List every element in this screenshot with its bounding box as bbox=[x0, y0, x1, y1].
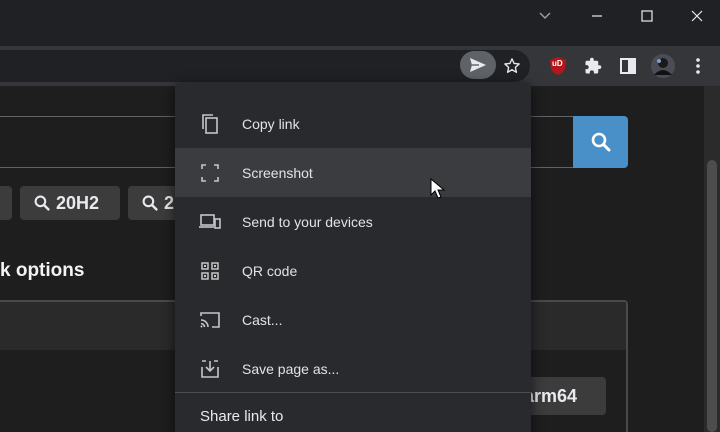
filter-chip[interactable] bbox=[0, 186, 12, 220]
bookmark-button[interactable] bbox=[498, 52, 526, 80]
address-bar[interactable] bbox=[0, 50, 530, 82]
menu-item-label: Cast... bbox=[242, 311, 283, 328]
extension-ublock-button[interactable]: uD bbox=[544, 52, 572, 80]
qr-code-icon bbox=[199, 260, 221, 282]
menu-divider bbox=[175, 392, 531, 393]
search-icon bbox=[34, 195, 50, 211]
menu-item-qr-code[interactable]: QR code bbox=[175, 246, 531, 295]
share-link-heading: Share link to bbox=[200, 408, 284, 425]
minimize-button[interactable] bbox=[572, 0, 622, 32]
close-button[interactable] bbox=[672, 0, 720, 32]
cast-icon bbox=[199, 309, 221, 331]
puzzle-icon bbox=[585, 57, 602, 74]
devices-icon bbox=[199, 211, 221, 233]
save-page-icon bbox=[199, 358, 221, 380]
filter-chip[interactable]: 20H2 bbox=[20, 186, 120, 220]
filter-chip-label: 2 bbox=[164, 192, 175, 213]
title-bar bbox=[0, 0, 720, 46]
search-icon bbox=[142, 195, 158, 211]
maximize-icon bbox=[641, 10, 653, 22]
search-button[interactable] bbox=[573, 116, 628, 168]
search-icon bbox=[591, 132, 610, 152]
mouse-cursor bbox=[430, 177, 446, 205]
copy-icon bbox=[199, 113, 221, 135]
side-panel-button[interactable] bbox=[614, 52, 642, 80]
menu-item-label: Screenshot bbox=[242, 164, 313, 181]
extensions-button[interactable] bbox=[579, 52, 607, 80]
menu-item-screenshot[interactable]: Screenshot bbox=[175, 148, 531, 197]
menu-item-label: Save page as... bbox=[242, 360, 340, 377]
chevron-down-icon bbox=[539, 12, 551, 19]
pointer-icon bbox=[430, 177, 446, 199]
menu-item-cast[interactable]: Cast... bbox=[175, 295, 531, 344]
page-scrollbar[interactable] bbox=[704, 86, 720, 432]
share-button[interactable] bbox=[460, 51, 496, 79]
scrollbar-thumb[interactable] bbox=[707, 160, 717, 432]
browser-menu-button[interactable] bbox=[684, 52, 712, 80]
share-menu: Copy link Screenshot Send to your device… bbox=[175, 82, 531, 432]
arm64-option-button[interactable]: arm64 bbox=[520, 377, 606, 415]
tab-search-button[interactable] bbox=[520, 0, 570, 32]
menu-item-label: Copy link bbox=[242, 115, 300, 132]
side-panel-icon bbox=[620, 58, 636, 74]
close-icon bbox=[691, 10, 703, 22]
menu-item-label: QR code bbox=[242, 262, 298, 279]
minimize-icon bbox=[592, 15, 602, 17]
avatar bbox=[651, 54, 675, 78]
menu-item-label: Send to your devices bbox=[242, 213, 373, 230]
profile-button[interactable] bbox=[649, 52, 677, 80]
menu-item-save-page[interactable]: Save page as... bbox=[175, 344, 531, 393]
kebab-menu-icon bbox=[696, 58, 700, 74]
browser-toolbar bbox=[0, 46, 720, 86]
send-icon bbox=[470, 58, 486, 72]
arm64-label: arm64 bbox=[524, 385, 578, 406]
maximize-button[interactable] bbox=[622, 0, 672, 32]
menu-item-copy-link[interactable]: Copy link bbox=[175, 99, 531, 148]
screenshot-icon bbox=[199, 162, 221, 184]
ublock-label: uD bbox=[552, 59, 563, 68]
section-heading: k options bbox=[0, 260, 85, 281]
star-icon bbox=[504, 58, 520, 73]
menu-item-send-to-devices[interactable]: Send to your devices bbox=[175, 197, 531, 246]
filter-chip-label: 20H2 bbox=[56, 192, 100, 213]
